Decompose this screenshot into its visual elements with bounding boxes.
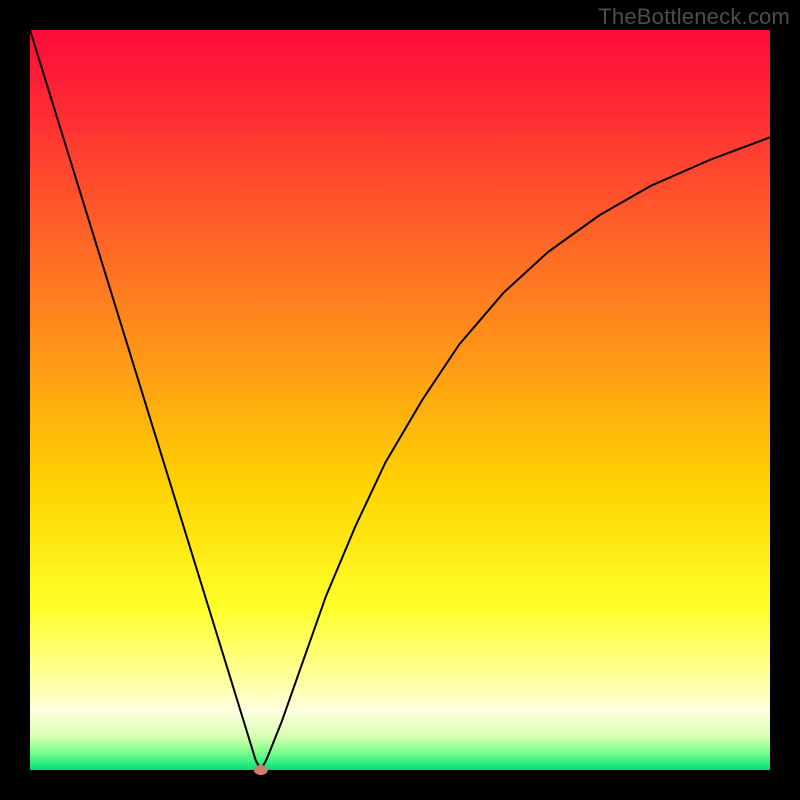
minimum-marker bbox=[254, 765, 268, 775]
bottleneck-chart bbox=[0, 0, 800, 800]
gradient-background bbox=[30, 30, 770, 770]
chart-frame: TheBottleneck.com bbox=[0, 0, 800, 800]
watermark-text: TheBottleneck.com bbox=[598, 4, 790, 30]
